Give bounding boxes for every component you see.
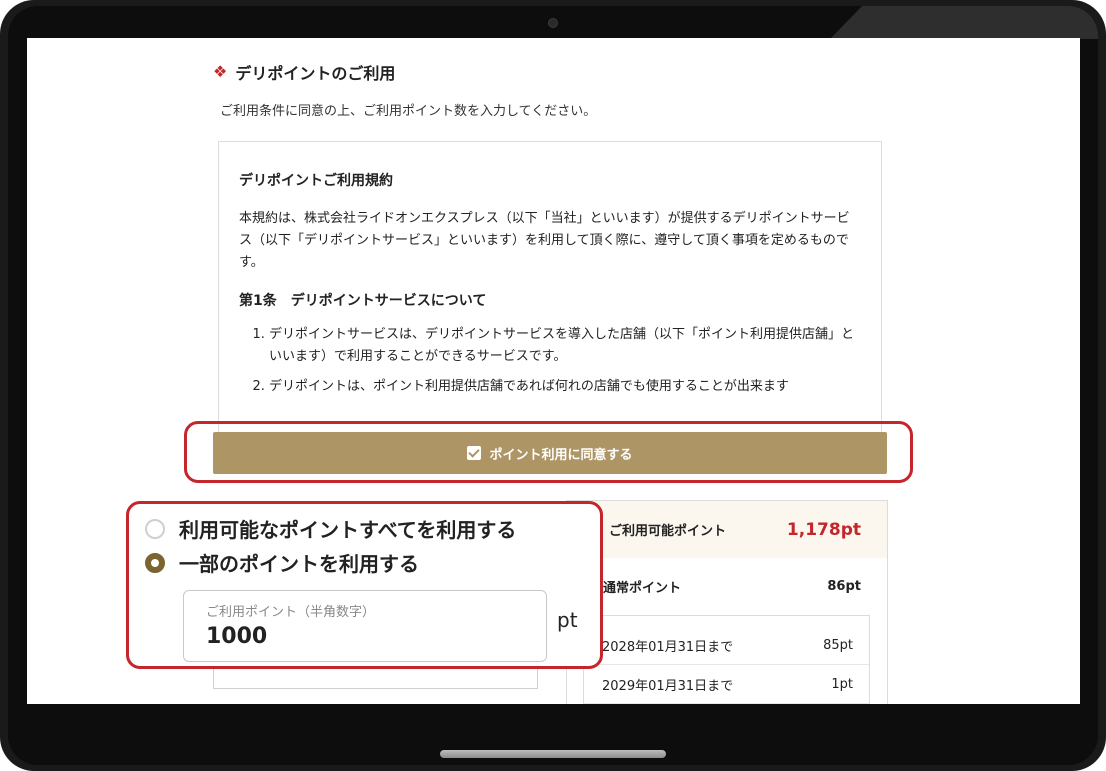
highlight-frame <box>126 501 603 669</box>
camera-icon <box>548 18 558 28</box>
laptop-frame: ❖ デリポイントのご利用 ご利用条件に同意の上、ご利用ポイント数を入力してくださ… <box>0 0 1106 771</box>
expiration-value: 85pt <box>823 637 853 653</box>
terms-body: 本規約は、株式会社ライドオンエクスプレス（以下「当社」といいます）が提供するデリ… <box>239 211 850 270</box>
list-item: デリポイントサービスは、デリポイントサービスを導入した店舗（以下「ポイント利用提… <box>269 324 861 368</box>
terms-title: デリポイントご利用規約 <box>239 173 393 189</box>
screen: ❖ デリポイントのご利用 ご利用条件に同意の上、ご利用ポイント数を入力してくださ… <box>27 38 1080 704</box>
terms-box[interactable]: デリポイントご利用規約 本規約は、株式会社ライドオンエクスプレス（以下「当社」と… <box>218 141 882 433</box>
section-title-text: デリポイントのご利用 <box>235 64 396 83</box>
list-item: デリポイントは、ポイント利用提供店舗であれば何れの店舗でも使用することが出来ます <box>269 376 861 398</box>
diamond-icon: ❖ <box>213 62 228 81</box>
terms-list: デリポイントサービスは、デリポイントサービスを導入した店舗（以下「ポイント利用提… <box>239 324 861 398</box>
intro-text: ご利用条件に同意の上、ご利用ポイント数を入力してください。 <box>220 104 597 119</box>
expiration-value: 1pt <box>831 676 853 692</box>
section-title: ❖ デリポイントのご利用 <box>213 60 395 84</box>
highlight-frame <box>184 421 913 483</box>
available-points-value: 1,178pt <box>786 519 861 540</box>
normal-points-row: 通常ポイント 86pt <box>567 558 887 614</box>
screen-glare <box>830 6 1098 39</box>
expiration-date: 2028年01月31日まで <box>602 639 734 655</box>
points-panel: ご利用可能ポイント 1,178pt 通常ポイント 86pt 2028年01月31… <box>566 500 888 704</box>
home-indicator <box>440 750 666 758</box>
table-row: 2028年01月31日まで 85pt <box>584 626 869 665</box>
table-row: 2029年01月31日まで 1pt <box>584 665 869 704</box>
available-points-label: ご利用可能ポイント <box>609 524 727 539</box>
available-points-row: ご利用可能ポイント 1,178pt <box>567 501 887 558</box>
expiration-table: 2028年01月31日まで 85pt 2029年01月31日まで 1pt <box>583 615 870 704</box>
expiration-date: 2029年01月31日まで <box>602 678 734 694</box>
article-title: 第1条 デリポイントサービスについて <box>239 293 487 309</box>
normal-points-label: 通常ポイント <box>603 580 682 596</box>
normal-points-value: 86pt <box>827 578 861 594</box>
